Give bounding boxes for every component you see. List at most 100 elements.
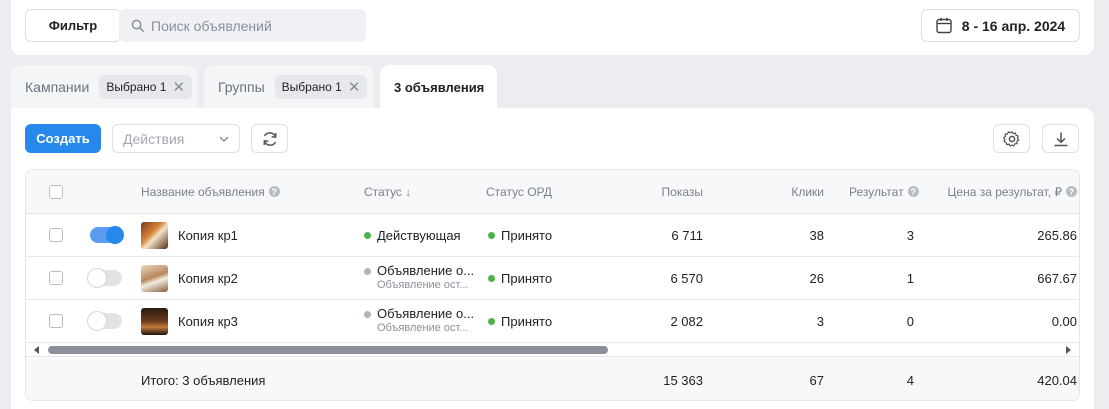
clicks-cell: 38 [809, 227, 824, 243]
col-status[interactable]: Статус ↓ [364, 170, 464, 213]
table-row[interactable]: Копия кр3 Объявление о... Объявление ост… [26, 300, 1079, 343]
top-toolbar: Фильтр Поиск объявлений 8 - 16 апр. 2024 [11, 0, 1094, 55]
ord-dot [488, 231, 495, 239]
ord-dot [488, 317, 495, 325]
status-cell: Действующая [364, 214, 484, 256]
col-price[interactable]: Цена за результат, ₽? [931, 170, 1077, 213]
row-checkbox[interactable] [49, 271, 63, 285]
date-range-button[interactable]: 8 - 16 апр. 2024 [921, 9, 1080, 42]
ord-text: Принято [501, 313, 553, 329]
close-icon[interactable]: ✕ [348, 80, 361, 95]
actions-select[interactable]: Действия [112, 124, 240, 153]
tab-groups[interactable]: Группы Выбрано 1 ✕ [204, 65, 374, 109]
close-icon[interactable]: ✕ [172, 80, 185, 95]
total-result: 4 [906, 372, 914, 388]
tab-campaigns-label: Кампании [25, 79, 90, 95]
help-icon[interactable]: ? [1066, 186, 1077, 197]
col-clicks[interactable]: Клики [726, 170, 824, 213]
row-checkbox[interactable] [49, 228, 63, 242]
scroll-left-icon[interactable] [33, 346, 41, 354]
shows-cell: 6 570 [670, 270, 703, 286]
ord-cell: Принято [488, 300, 598, 342]
download-icon [1054, 132, 1067, 146]
row-toggle[interactable] [88, 269, 122, 287]
ord-cell: Принято [488, 257, 598, 299]
shows-cell: 6 711 [671, 227, 703, 243]
selected-chip: Выбрано 1 ✕ [99, 75, 193, 99]
tab-campaigns[interactable]: Кампании Выбрано 1 ✕ [11, 65, 197, 109]
price-cell: 265.86 [1037, 227, 1077, 243]
total-label: Итого: 3 объявления [141, 372, 266, 388]
refresh-button[interactable] [251, 124, 288, 153]
row-toggle[interactable] [90, 226, 124, 244]
ord-dot [488, 274, 495, 282]
ads-panel: Создать Действия Название объявления? Ст… [11, 108, 1094, 409]
col-ord[interactable]: Статус ОРД [486, 170, 596, 213]
create-button[interactable]: Создать [25, 124, 101, 153]
status-stack: Объявление о... Объявление ост... [364, 307, 474, 335]
settings-button[interactable] [993, 124, 1030, 153]
result-cell: 1 [906, 270, 914, 286]
search-input[interactable]: Поиск объявлений [119, 9, 366, 42]
selected-chip-label: Выбрано 1 [106, 80, 167, 94]
table-row[interactable]: Копия кр1 Действующая Принято 6 711 38 3… [26, 214, 1079, 257]
chevron-down-icon [219, 136, 229, 143]
row-toggle-cell [88, 300, 122, 342]
actions-placeholder: Действия [123, 130, 185, 147]
select-all-checkbox[interactable] [49, 184, 63, 199]
row-toggle-cell [90, 214, 124, 256]
status-subtext: Объявление ост... [377, 279, 469, 291]
ad-name[interactable]: Копия кр3 [178, 314, 238, 329]
col-shows[interactable]: Показы [606, 170, 703, 213]
status-text: Действующая [377, 227, 461, 243]
row-checkbox[interactable] [49, 314, 63, 328]
horizontal-scrollbar[interactable] [26, 343, 1079, 357]
ad-thumbnail [141, 221, 168, 249]
scrollbar-thumb[interactable] [48, 346, 608, 354]
clicks-cell: 3 [816, 313, 824, 329]
row-checkbox-cell [49, 257, 63, 299]
col-shows-label: Показы [661, 184, 703, 199]
clicks-cell: 26 [809, 270, 824, 286]
col-clicks-label: Клики [791, 184, 824, 199]
help-icon[interactable]: ? [907, 186, 919, 197]
search-icon [131, 19, 144, 32]
status-main: Объявление о... [364, 264, 474, 278]
ord-text: Принято [501, 270, 553, 286]
status-text: Объявление о... [377, 263, 475, 278]
col-result-label: Результат [849, 184, 904, 199]
price-cell: 0.00 [1051, 313, 1077, 329]
total-shows: 15 363 [663, 372, 703, 388]
selected-chip: Выбрано 1 ✕ [274, 75, 368, 99]
status-dot [364, 231, 371, 239]
total-price: 420.04 [1037, 372, 1077, 388]
scroll-right-icon[interactable] [1064, 346, 1072, 354]
price-cell: 667.67 [1037, 270, 1077, 286]
tab-ads[interactable]: 3 объявления [380, 65, 497, 109]
col-name[interactable]: Название объявления? [141, 170, 321, 213]
ad-name-cell[interactable]: Копия кр3 [141, 300, 361, 342]
ad-name-cell[interactable]: Копия кр2 [141, 257, 361, 299]
ad-name[interactable]: Копия кр2 [178, 271, 238, 286]
col-status-label: Статус ↓ [364, 184, 412, 199]
status-cell: Объявление о... Объявление ост... [364, 300, 489, 342]
calendar-icon [936, 17, 952, 34]
filter-button[interactable]: Фильтр [25, 9, 121, 42]
tab-ads-label: 3 объявления [394, 79, 485, 95]
tab-groups-label: Группы [218, 79, 265, 95]
row-toggle[interactable] [88, 312, 122, 330]
ads-table: Название объявления? Статус ↓ Статус ОРД… [25, 169, 1080, 401]
status-dot [364, 267, 371, 275]
ad-name[interactable]: Копия кр1 [178, 228, 238, 243]
table-header: Название объявления? Статус ↓ Статус ОРД… [26, 170, 1079, 214]
col-result[interactable]: Результат? [849, 170, 939, 213]
ad-name-cell[interactable]: Копия кр1 [141, 214, 361, 256]
selected-chip-label: Выбрано 1 [281, 80, 342, 94]
status-dot [364, 310, 371, 318]
download-button[interactable] [1042, 124, 1079, 153]
table-row[interactable]: Копия кр2 Объявление о... Объявление ост… [26, 257, 1079, 300]
date-range-label: 8 - 16 апр. 2024 [961, 17, 1066, 34]
ad-thumbnail [141, 264, 168, 292]
status-stack: Объявление о... Объявление ост... [364, 264, 474, 292]
help-icon[interactable]: ? [268, 186, 280, 197]
